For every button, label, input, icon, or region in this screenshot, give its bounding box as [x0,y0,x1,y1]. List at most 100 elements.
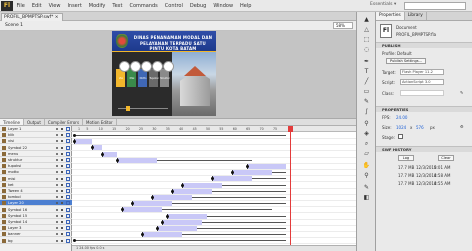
lock-toggle[interactable] [61,221,63,223]
layer-name[interactable]: ket [8,182,14,188]
layer-row[interactable]: klik [0,132,72,139]
visibility-toggle[interactable] [56,190,58,192]
frame-row[interactable] [72,139,356,146]
layer-name[interactable]: struktur [8,157,22,163]
tween-span[interactable] [162,219,202,225]
motto-icon[interactable] [141,61,152,72]
target-select[interactable]: Flash Player 11.2 [400,69,444,75]
frame-row[interactable] [72,182,356,189]
search-input[interactable] [404,2,466,10]
layer-row[interactable]: Symbol 16 [0,207,72,213]
outline-toggle[interactable] [66,158,70,162]
menu-item-edit[interactable]: Edit [28,3,45,9]
tween-span[interactable] [117,157,157,163]
outline-toggle[interactable] [66,226,70,231]
lock-toggle[interactable] [61,171,63,174]
layer-row[interactable]: struktur [0,157,72,163]
tween-span[interactable] [172,188,212,194]
outline-toggle[interactable] [66,213,70,218]
bone-tool-icon[interactable]: ⚲ [362,120,371,128]
script-select[interactable]: ActionScript 3.0 [400,79,444,85]
frame-row[interactable] [72,176,356,183]
lock-toggle[interactable] [61,146,63,149]
outline-toggle[interactable] [66,201,70,206]
stage-canvas[interactable]: DINAS PENANAMAN MODAL DAN PELAYANAN TERP… [112,31,216,116]
lock-toggle[interactable] [61,202,63,205]
layer-row[interactable]: Symbol 22 [0,145,72,151]
outline-toggle[interactable] [66,127,70,131]
outline-toggle[interactable] [66,176,70,181]
outline-toggle[interactable] [66,151,70,156]
lasso-tool-icon[interactable]: ◌ [362,46,371,54]
lock-toggle[interactable] [61,239,63,242]
layer-row[interactable]: tombol [0,194,72,201]
edit-class-icon[interactable]: ✎ [460,90,463,95]
layer-row[interactable]: Layer 1 [0,126,72,132]
layer-name[interactable]: Tween 4 [8,188,23,194]
tab-compiler-errors[interactable]: Compiler Errors [45,119,84,125]
menu-item-file[interactable]: File [13,3,28,9]
frame-row[interactable] [72,145,356,152]
tween-span[interactable] [182,182,222,188]
visibility-toggle[interactable] [56,165,58,168]
lock-toggle[interactable] [61,159,63,161]
class-input[interactable] [400,90,444,96]
tween-span[interactable] [74,139,92,145]
size-width[interactable]: 1024 [396,125,406,130]
timeline-frames[interactable]: 1 5 10 15 20 25 30 35 40 45 50 55 60 65 70 75 [72,126,356,251]
line-tool-icon[interactable]: ╱ [362,78,371,86]
visibility-toggle[interactable] [56,221,58,223]
stroke-color-icon[interactable]: ✎ [362,184,371,192]
frame-row[interactable] [72,213,356,220]
scene-label[interactable]: Scene 1 [5,22,23,30]
menu-item-help[interactable]: Help [237,3,255,9]
menu-item-control[interactable]: Control [161,3,186,9]
playhead[interactable] [288,126,293,251]
fill-color-icon[interactable]: ◧ [362,194,371,202]
pen-tool-icon[interactable]: ✒ [362,58,371,66]
visibility-toggle[interactable] [56,171,58,174]
visibility-toggle[interactable] [56,183,58,186]
tab-timeline[interactable]: Timeline [0,119,25,125]
visi-icon[interactable] [119,61,130,72]
outline-toggle[interactable] [66,238,70,243]
frame-row[interactable] [72,151,356,158]
outline-toggle[interactable] [66,164,70,169]
misi-icon[interactable] [130,61,141,72]
tween-span[interactable] [122,207,162,213]
visibility-toggle[interactable] [56,202,58,205]
paint-bucket-icon[interactable]: ◈ [362,130,371,138]
menu-item-window[interactable]: Window [210,3,237,9]
outline-toggle[interactable] [66,220,70,224]
frame-row[interactable] [72,219,356,226]
frame-ruler[interactable]: 1 5 10 15 20 25 30 35 40 45 50 55 60 65 70 75 [72,126,356,132]
lock-toggle[interactable] [61,134,63,137]
tween-span[interactable] [167,213,207,219]
frame-row[interactable] [72,226,356,232]
tween-span[interactable] [102,151,117,157]
layer-row[interactable]: Symbol 14 [0,219,72,225]
layer-name[interactable]: misi [8,176,15,182]
menu-item-insert[interactable]: Insert [64,3,85,9]
layer-name[interactable]: Symbol 22 [8,145,27,151]
tween-span[interactable] [142,232,182,238]
eyedropper-icon[interactable]: ⌕ [362,140,371,148]
layer-name[interactable]: visi [8,138,14,144]
tab-library[interactable]: Library [405,12,427,20]
tab-motion-editor[interactable]: Motion Editor [83,119,117,125]
layer-name[interactable]: banner [8,231,21,237]
layer-name[interactable]: Symbol 15 [8,213,27,219]
menu-item-view[interactable]: View [45,3,64,9]
lock-toggle[interactable] [61,227,63,230]
layer-row[interactable]: Layer 20 [0,200,72,207]
visibility-toggle[interactable] [56,152,58,155]
layer-name[interactable]: bg [8,238,13,244]
visibility-toggle[interactable] [56,140,58,143]
layer-row[interactable]: Tween 4 [0,188,72,194]
tween-span[interactable] [157,226,197,231]
tween-span[interactable] [132,201,172,207]
zoom-select[interactable]: 58% [333,22,353,29]
stage-color-swatch[interactable] [398,134,403,139]
lock-toggle[interactable] [61,128,63,130]
subselection-tool-icon[interactable]: △ [362,26,371,34]
